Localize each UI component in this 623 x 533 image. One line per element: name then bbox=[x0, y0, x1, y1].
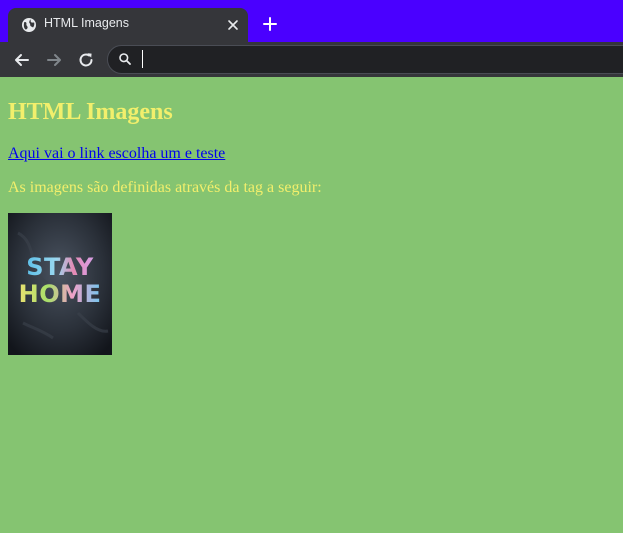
plus-icon[interactable] bbox=[260, 14, 280, 34]
address-input[interactable] bbox=[140, 49, 620, 69]
toolbar bbox=[0, 42, 623, 77]
description-text: As imagens são definidas através da tag … bbox=[8, 179, 322, 196]
arrow-right-icon[interactable] bbox=[43, 49, 65, 71]
page-heading: HTML Imagens bbox=[8, 99, 173, 125]
close-icon[interactable] bbox=[225, 17, 241, 33]
stay-home-image: STAY HOME bbox=[8, 213, 112, 355]
choose-link[interactable]: Aqui vai o link escolha um e teste bbox=[8, 144, 225, 164]
browser-window: HTML Imagens HTML Imagens Aqui vai o lin… bbox=[0, 0, 623, 533]
text-cursor bbox=[142, 50, 143, 68]
globe-icon bbox=[22, 18, 36, 32]
image-text-home: HOME bbox=[19, 280, 102, 308]
search-icon bbox=[119, 53, 131, 65]
arrow-left-icon[interactable] bbox=[11, 49, 33, 71]
address-bar[interactable] bbox=[107, 45, 623, 74]
tab-html-imagens[interactable]: HTML Imagens bbox=[8, 8, 248, 42]
tab-strip: HTML Imagens bbox=[0, 0, 623, 42]
page-content: HTML Imagens Aqui vai o link escolha um … bbox=[0, 77, 623, 533]
image-text-stay: STAY bbox=[26, 253, 94, 281]
reload-icon[interactable] bbox=[75, 49, 97, 71]
tab-title: HTML Imagens bbox=[44, 16, 129, 30]
